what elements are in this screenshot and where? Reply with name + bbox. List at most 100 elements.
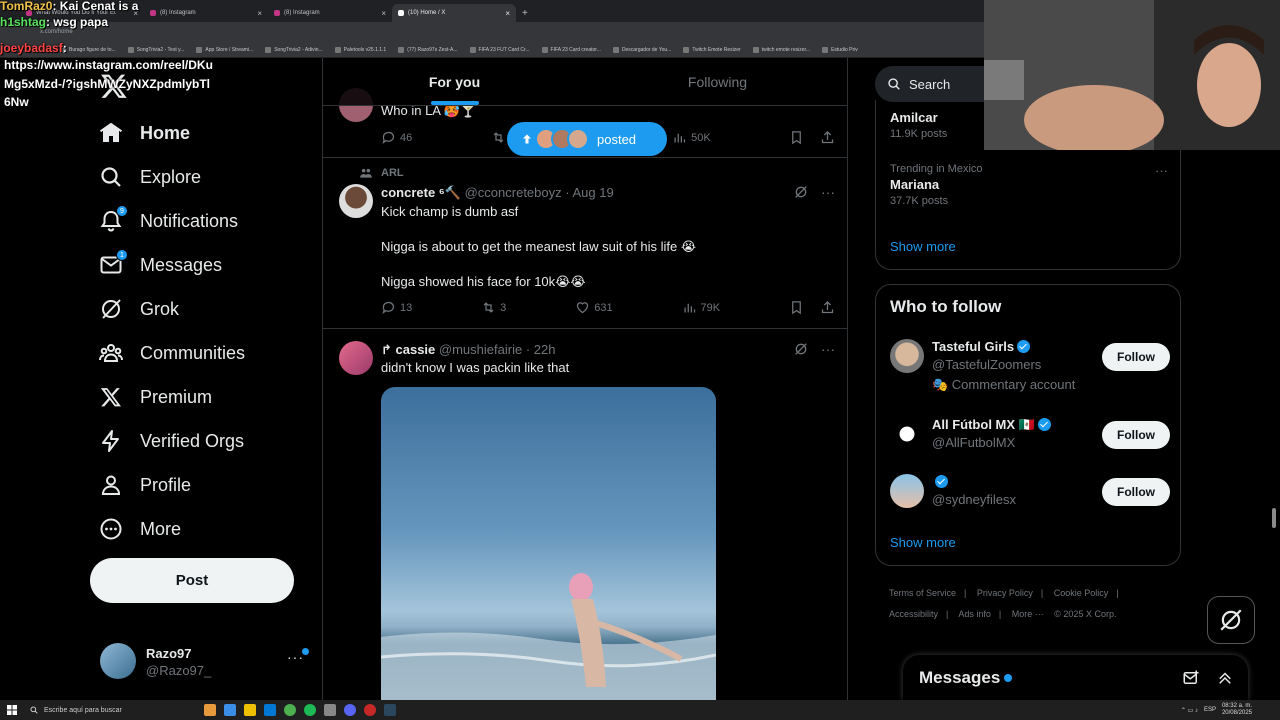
- bookmark[interactable]: (77) Razo97s Zest-A...: [398, 47, 457, 53]
- messages-badge: 1: [116, 249, 128, 261]
- nav-item-verified-orgs[interactable]: Verified Orgs: [98, 419, 245, 463]
- grok-icon[interactable]: [793, 341, 809, 357]
- browser-tab-active[interactable]: (10) Home / X ×: [392, 4, 516, 22]
- bookmark[interactable]: Twitch Emote Resizer: [683, 47, 740, 53]
- tweet[interactable]: ARL concrete ⁶🔨 @cconcreteboyz · Aug 19 …: [323, 158, 847, 329]
- search-icon: [30, 706, 38, 714]
- bookmark[interactable]: twitch emote resizer...: [753, 47, 810, 53]
- close-icon[interactable]: ×: [381, 9, 386, 18]
- language-indicator[interactable]: ESP: [1204, 707, 1216, 713]
- tray-icons[interactable]: ⌃ ▭ ♪: [1181, 707, 1198, 714]
- nav-item-explore[interactable]: Explore: [98, 155, 245, 199]
- nav-item-more[interactable]: More: [98, 507, 245, 551]
- views-button[interactable]: 50K: [672, 130, 711, 145]
- bookmark[interactable]: SongTrivia2 - Adivin...: [265, 47, 322, 53]
- close-icon[interactable]: ×: [257, 9, 262, 18]
- retweet-button[interactable]: 3: [481, 300, 506, 315]
- bookmark[interactable]: Estudio Priv: [822, 47, 858, 53]
- bookmark-icon[interactable]: [789, 300, 804, 315]
- footer-separator: |: [998, 609, 1002, 619]
- taskbar-app-icon[interactable]: [204, 704, 216, 716]
- file-explorer-icon[interactable]: [244, 704, 256, 716]
- show-more-link[interactable]: Show more: [890, 535, 956, 550]
- tab-for-you[interactable]: For you: [323, 58, 586, 105]
- bookmark[interactable]: Descargador de You...: [613, 47, 671, 53]
- heart-icon: [577, 302, 589, 314]
- views-button[interactable]: 79K: [682, 300, 720, 315]
- grok-icon[interactable]: [793, 184, 809, 200]
- footer-link[interactable]: Ads info: [958, 609, 991, 619]
- tweet-time[interactable]: 22h: [534, 342, 556, 357]
- author-name[interactable]: concrete ⁶🔨: [381, 185, 461, 200]
- footer-link[interactable]: Accessibility: [889, 609, 938, 619]
- nav-item-premium[interactable]: Premium: [98, 375, 245, 419]
- bookmark[interactable]: FIFA 23 Card creator...: [542, 47, 601, 53]
- tab-following[interactable]: Following: [586, 58, 847, 105]
- reply-button[interactable]: 13: [381, 300, 412, 315]
- nav-item-grok[interactable]: Grok: [98, 287, 245, 331]
- follow-button[interactable]: Follow: [1102, 343, 1170, 371]
- taskbar-app-icon[interactable]: [324, 704, 336, 716]
- opera-icon[interactable]: [364, 704, 376, 716]
- grok-floating-button[interactable]: [1207, 596, 1255, 644]
- discord-icon[interactable]: [344, 704, 356, 716]
- page-scrollbar[interactable]: [1272, 508, 1276, 528]
- windows-start-icon[interactable]: [7, 705, 17, 715]
- nav-item-home[interactable]: Home: [98, 111, 245, 155]
- follow-suggestion[interactable]: @sydneyfilesx Follow: [890, 474, 1170, 524]
- follow-suggestion[interactable]: All Fútbol MX 🇲🇽 @AllFutbolMX Follow: [890, 417, 1170, 467]
- account-switcher[interactable]: Razo97 @Razo97_ ···: [100, 641, 312, 681]
- trend-item[interactable]: Trending in Mexico Mariana 37.7K posts ·…: [890, 163, 1168, 207]
- author-name[interactable]: ↱ cassie: [381, 342, 435, 357]
- follow-button[interactable]: Follow: [1102, 421, 1170, 449]
- author-handle[interactable]: @mushiefairie: [439, 342, 522, 357]
- edge-icon[interactable]: [224, 704, 236, 716]
- spotify-icon[interactable]: [304, 704, 316, 716]
- search-input[interactable]: Search: [875, 66, 985, 102]
- browser-tab[interactable]: (8) Instagram ×: [268, 4, 392, 22]
- footer-link[interactable]: Cookie Policy: [1054, 588, 1109, 598]
- suggestion-handle: @sydneyfilesx: [932, 492, 1017, 507]
- follow-suggestion[interactable]: Tasteful Girls @TastefulZoomers 🎭 Commen…: [890, 339, 1170, 392]
- post-button[interactable]: Post: [90, 558, 294, 603]
- more-dots-icon[interactable]: ···: [821, 341, 835, 357]
- new-posts-pill[interactable]: posted: [507, 122, 667, 156]
- like-button[interactable]: 631: [575, 300, 613, 315]
- follow-button[interactable]: Follow: [1102, 478, 1170, 506]
- messages-drawer[interactable]: Messages: [903, 655, 1248, 700]
- bookmark-icon[interactable]: [789, 130, 804, 145]
- chevron-up-icon[interactable]: [1216, 669, 1234, 687]
- panel-title: Who to follow: [890, 297, 1002, 316]
- footer-link[interactable]: Privacy Policy: [977, 588, 1033, 598]
- share-icon[interactable]: [820, 130, 835, 145]
- share-icon[interactable]: [820, 300, 835, 315]
- footer-more[interactable]: More ···: [1012, 609, 1044, 619]
- chat-url: https://www.instagram.com/reel/DKuMg5xMz…: [4, 58, 213, 109]
- store-icon[interactable]: [264, 704, 276, 716]
- tweet-time[interactable]: Aug 19: [573, 185, 614, 200]
- trend-item[interactable]: Amilcar 11.9K posts: [890, 108, 947, 140]
- bookmark[interactable]: FIFA 23 FUT Card Cr...: [470, 47, 530, 53]
- show-more-link[interactable]: Show more: [890, 239, 956, 254]
- steam-icon[interactable]: [384, 704, 396, 716]
- clock[interactable]: 08:32 a. m. 20/08/2025: [1222, 703, 1252, 717]
- avatar[interactable]: [339, 341, 373, 375]
- nav-item-messages[interactable]: 1 Messages: [98, 243, 245, 287]
- taskbar-search-input[interactable]: Escribe aquí para buscar: [24, 702, 194, 718]
- chrome-icon[interactable]: [284, 704, 296, 716]
- author-handle[interactable]: @cconcreteboyz: [465, 185, 562, 200]
- chat-text: :: [62, 41, 67, 55]
- nav-item-profile[interactable]: Profile: [98, 463, 245, 507]
- more-dots-icon[interactable]: ···: [821, 184, 835, 200]
- more-dots-icon[interactable]: ···: [1155, 163, 1168, 178]
- avatar[interactable]: [339, 184, 373, 218]
- reply-button[interactable]: 46: [381, 130, 412, 145]
- tweet-media-image[interactable]: [381, 387, 716, 700]
- new-message-icon[interactable]: [1182, 669, 1200, 687]
- bookmark[interactable]: Paletools v25.1.1.1: [335, 47, 387, 53]
- close-icon[interactable]: ×: [505, 9, 510, 18]
- nav-item-communities[interactable]: Communities: [98, 331, 245, 375]
- nav-item-notifications[interactable]: 9 Notifications: [98, 199, 245, 243]
- new-tab-button[interactable]: +: [516, 8, 534, 22]
- footer-link[interactable]: Terms of Service: [889, 588, 956, 598]
